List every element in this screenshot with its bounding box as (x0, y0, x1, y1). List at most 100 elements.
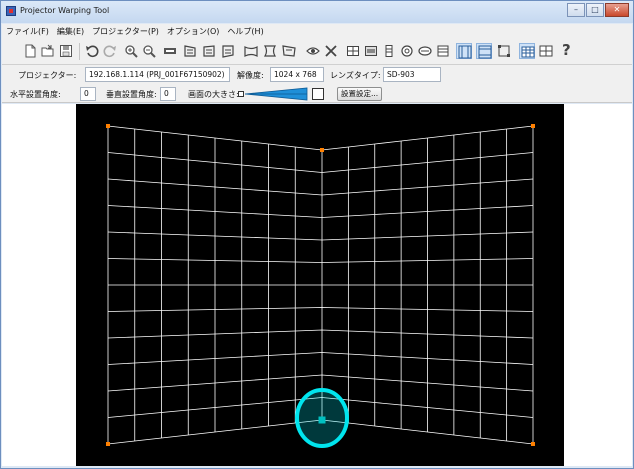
corner-handle-top-left[interactable] (106, 124, 110, 128)
grid-row-line (107, 152, 534, 173)
lens-type-field: SD-903 (383, 67, 441, 82)
line-pattern-icon (437, 45, 449, 57)
corner-adjust-button[interactable] (496, 43, 512, 59)
projector-info-row: プロジェクター: 192.168.1.114 (PRJ_001F67150902… (2, 65, 632, 85)
app-icon (6, 6, 16, 16)
warp-canvas[interactable] (76, 104, 564, 466)
size-small-icon (238, 91, 244, 97)
right-margin (620, 104, 630, 466)
reset-warp-button[interactable] (323, 43, 339, 59)
grid-row-line (107, 125, 534, 151)
redo-icon (103, 45, 116, 58)
install-settings-button[interactable]: 設置設定... (337, 87, 383, 101)
warp-grid[interactable] (76, 104, 564, 466)
eye-icon (306, 47, 320, 55)
undo-button[interactable] (84, 43, 100, 59)
point-display-button[interactable] (538, 43, 554, 59)
grid-row-line (107, 205, 534, 218)
close-button[interactable]: ✕ (605, 3, 629, 17)
help-button[interactable]: ? (560, 41, 576, 59)
grid-pattern-button[interactable] (345, 43, 361, 59)
save-icon (60, 45, 72, 57)
menu-help[interactable]: ヘルプ(H) (227, 26, 263, 37)
vertical-angle-input[interactable]: 0 (160, 87, 176, 101)
new-file-icon (25, 44, 36, 58)
fit-screen-icon (164, 48, 176, 54)
control-handle-top-center[interactable] (320, 148, 324, 152)
keystone-bottom-button[interactable] (220, 43, 236, 59)
minimize-button[interactable]: – (567, 3, 585, 17)
window-title: Projector Warping Tool (20, 6, 110, 15)
settings-row: 水平設置角度: 0 垂直設置角度: 0 画面の大きさ: 設置設定... (2, 85, 632, 103)
fit-screen-button[interactable] (162, 43, 178, 59)
point-display-icon (539, 45, 553, 57)
screen-size-label: 画面の大きさ: (188, 90, 239, 99)
redo-button[interactable] (102, 43, 118, 59)
grid-row-line (107, 231, 534, 241)
keystone-middle-button[interactable] (201, 43, 217, 59)
grid-row-line (107, 178, 534, 196)
corner-handle-top-right[interactable] (531, 124, 535, 128)
corner-handle-bottom-left[interactable] (106, 442, 110, 446)
corner-adjust-icon (498, 45, 510, 57)
ellipse-pattern-icon (418, 46, 432, 56)
line-pattern-button[interactable] (435, 43, 451, 59)
curve-horizontal-button[interactable] (243, 43, 259, 59)
toolbar-separator (79, 43, 80, 60)
curve-vertical-button[interactable] (262, 43, 278, 59)
window-controls: – □ ✕ (566, 3, 629, 17)
screen-size-slider[interactable] (245, 87, 309, 101)
corner-handle-bottom-right[interactable] (531, 442, 535, 446)
menu-projector[interactable]: プロジェクター(P) (92, 26, 159, 37)
close-icon: ✕ (613, 5, 621, 14)
zoom-out-icon (143, 45, 156, 58)
toolbar: ? (2, 39, 632, 65)
gradation-pattern-button[interactable] (381, 43, 397, 59)
new-file-button[interactable] (22, 43, 38, 59)
menu-options[interactable]: オプション(O) (167, 26, 220, 37)
circle-pattern-icon (401, 45, 413, 57)
app-window: Projector Warping Tool – □ ✕ ファイル(F) 編集(… (0, 0, 634, 469)
size-large-icon (312, 88, 324, 100)
maximize-button[interactable]: □ (586, 3, 604, 17)
grid-row-line (107, 307, 534, 312)
grid-display-button[interactable] (519, 43, 535, 59)
lens-type-label: レンズタイプ: (330, 71, 381, 80)
zoom-in-button[interactable] (123, 43, 139, 59)
horizontal-angle-label: 水平設置角度: (10, 90, 61, 99)
split-vertical-button[interactable] (476, 43, 492, 59)
open-file-button[interactable] (40, 43, 56, 59)
color-pattern-button[interactable] (363, 43, 379, 59)
color-pattern-icon (365, 46, 377, 56)
horizontal-angle-input[interactable]: 0 (80, 87, 96, 101)
menu-edit[interactable]: 編集(E) (57, 26, 84, 37)
menu-file[interactable]: ファイル(F) (6, 26, 49, 37)
resolution-field: 1024 x 768 (270, 67, 324, 82)
projector-label: プロジェクター: (18, 71, 77, 80)
vertical-angle-label: 垂直設置角度: (106, 90, 157, 99)
save-button[interactable] (58, 43, 74, 59)
split-horizontal-button[interactable] (456, 43, 472, 59)
split-vertical-icon (478, 45, 492, 59)
keystone-middle-icon (203, 45, 215, 57)
split-horizontal-icon (458, 45, 472, 59)
grid-row-line (107, 329, 534, 339)
zoom-out-button[interactable] (141, 43, 157, 59)
help-icon: ? (562, 41, 571, 59)
preview-button[interactable] (305, 43, 321, 59)
curve-vertical-icon (263, 45, 277, 57)
grid-display-icon (521, 46, 535, 58)
zoom-in-icon (125, 45, 138, 58)
canvas-area (2, 104, 632, 466)
cross-arrows-icon (325, 45, 337, 57)
projector-field: 192.168.1.114 (PRJ_001F67150902) (85, 67, 230, 82)
circle-pattern-button[interactable] (399, 43, 415, 59)
grid-pattern-icon (347, 46, 359, 56)
control-handle-bottom-center[interactable] (318, 416, 326, 424)
curve-horizontal-icon (244, 46, 258, 57)
keystone-top-button[interactable] (182, 43, 198, 59)
menu-bar: ファイル(F) 編集(E) プロジェクター(P) オプション(O) ヘルプ(H) (2, 24, 632, 39)
title-bar[interactable]: Projector Warping Tool – □ ✕ (1, 1, 633, 23)
curve-free-button[interactable] (281, 43, 297, 59)
ellipse-pattern-button[interactable] (417, 43, 433, 59)
